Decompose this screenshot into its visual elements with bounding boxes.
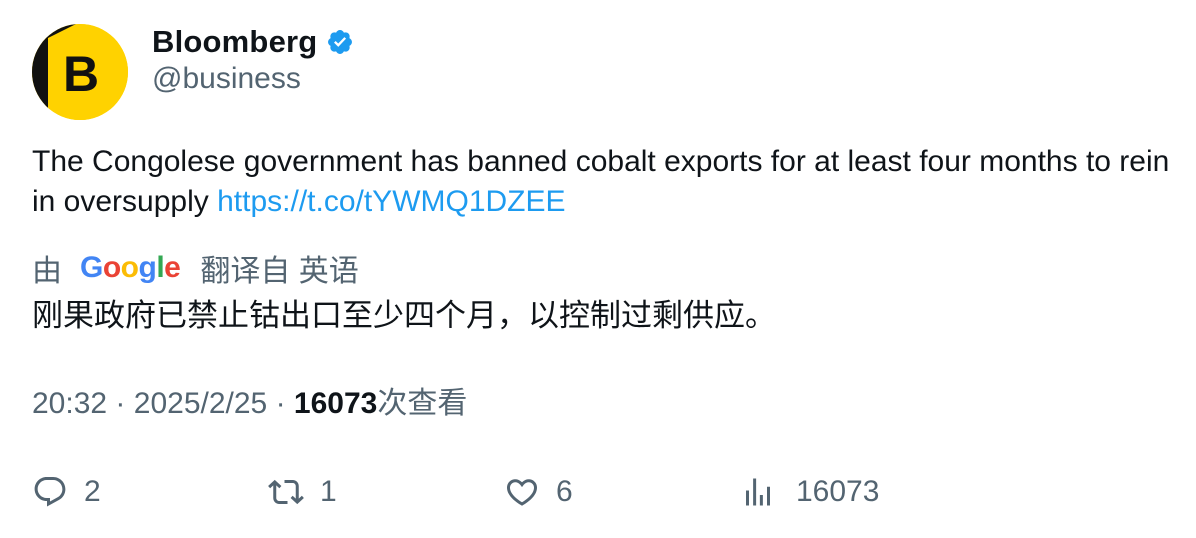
reply-button[interactable]: 2 [32, 470, 101, 514]
tweet-date[interactable]: 2025/2/25 [134, 387, 267, 420]
views-icon [746, 478, 770, 506]
like-button[interactable]: 6 [504, 470, 573, 514]
tweet-card: B Bloomberg @business The Congolese gove… [0, 0, 1196, 538]
retweet-count: 1 [320, 475, 337, 508]
views-count-action: 16073 [796, 475, 880, 508]
tweet-text: The Congolese government has banned coba… [32, 142, 1172, 222]
translation-attribution: 由 Google 翻译自 英语 [32, 248, 359, 288]
reply-count: 2 [84, 475, 101, 508]
translation-prefix: 由 [32, 255, 62, 288]
translation-suffix: 翻译自 英语 [200, 255, 359, 288]
translated-text: 刚果政府已禁止钴出口至少四个月，以控制过剩供应。 [32, 298, 776, 333]
retweet-icon [268, 479, 304, 505]
author-handle[interactable]: @business [152, 62, 301, 96]
like-count: 6 [556, 475, 573, 508]
avatar-letter: B [63, 46, 99, 102]
author-name-row[interactable]: Bloomberg [152, 22, 354, 62]
google-logo-icon: Google [80, 251, 181, 284]
reply-icon [34, 477, 66, 507]
meta-separator: · [275, 387, 286, 420]
meta-separator: · [115, 387, 126, 420]
verified-badge-icon[interactable] [326, 28, 354, 56]
tweet-time[interactable]: 20:32 [32, 387, 107, 420]
author-name[interactable]: Bloomberg [152, 24, 317, 60]
bloomberg-logo-icon: B [32, 24, 128, 120]
tweet-body: The Congolese government has banned coba… [32, 145, 1170, 218]
avatar[interactable]: B [32, 24, 128, 120]
tweet-meta: 20:32 · 2025/2/25 · 16073次查看 [32, 384, 467, 424]
like-icon [506, 479, 538, 506]
views-count: 16073 [293, 387, 378, 420]
tweet-link[interactable]: https://t.co/tYWMQ1DZEE [217, 185, 565, 218]
action-bar: 2 1 6 16073 [0, 470, 1196, 514]
retweet-button[interactable]: 1 [268, 470, 337, 514]
views-button[interactable]: 16073 [740, 470, 879, 514]
views-label: 次查看 [377, 387, 468, 420]
